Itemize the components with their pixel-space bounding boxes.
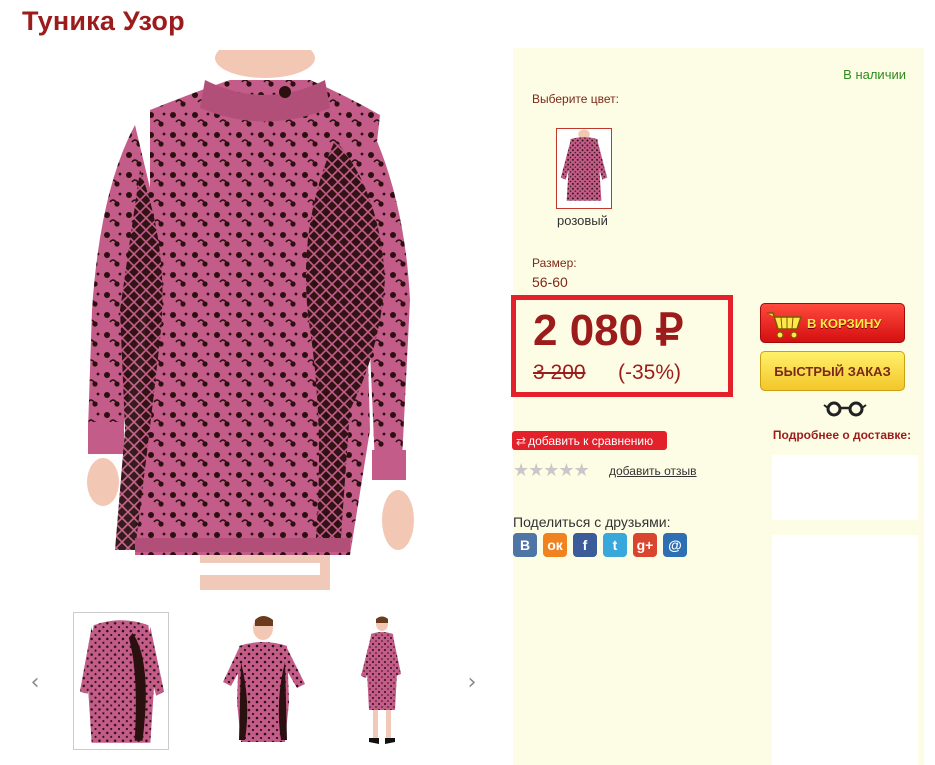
availability-status: В наличии <box>843 67 906 82</box>
old-price: 3 200 <box>533 361 586 384</box>
current-price: 2 080 ₽ <box>533 306 684 355</box>
vkontakte-share-icon[interactable]: В <box>513 533 537 557</box>
quick-order-button[interactable]: БЫСТРЫЙ ЗАКАЗ <box>760 351 905 391</box>
discount-percent: (-35%) <box>618 361 682 384</box>
gallery-thumbnail-3[interactable] <box>335 612 431 750</box>
cart-icon <box>767 312 803 339</box>
add-to-compare-label: добавить к сравнению <box>528 433 654 448</box>
delivery-info-link[interactable]: Подробнее о доставке: <box>762 427 922 444</box>
gallery-next-arrow[interactable]: › <box>462 672 482 694</box>
color-swatch-pink[interactable] <box>556 128 612 209</box>
delivery-content-block-2 <box>772 535 918 765</box>
size-value[interactable]: 56-60 <box>532 274 568 290</box>
gallery-prev-arrow[interactable]: ‹ <box>25 672 45 694</box>
color-label: Выберите цвет: <box>532 92 620 106</box>
rating-stars[interactable]: ★★★★★ <box>513 460 590 481</box>
star-icon[interactable]: ★ <box>528 460 544 481</box>
mail-ru-share-icon[interactable]: @ <box>663 533 687 557</box>
size-label: Размер: <box>532 256 577 270</box>
add-to-compare-button[interactable]: ⇄ добавить к сравнению <box>512 431 667 450</box>
gallery-thumbnail-2[interactable] <box>215 612 311 750</box>
product-page: Туника Узор ‹ › В наличии Выберите цвет:… <box>0 0 935 765</box>
star-icon[interactable]: ★ <box>543 460 559 481</box>
star-icon[interactable]: ★ <box>513 460 529 481</box>
quick-order-label: БЫСТРЫЙ ЗАКАЗ <box>774 363 891 379</box>
glasses-icon <box>823 401 867 417</box>
star-icon[interactable]: ★ <box>558 460 574 481</box>
twitter-share-icon[interactable]: t <box>603 533 627 557</box>
google-plus-share-icon[interactable]: g+ <box>633 533 657 557</box>
gallery-thumbnail-1[interactable] <box>73 612 169 750</box>
main-product-image[interactable] <box>80 50 442 590</box>
delivery-card: Подробнее о доставке: <box>762 397 922 765</box>
add-review-link[interactable]: добавить отзыв <box>609 464 697 478</box>
product-title: Туника Узор <box>22 6 185 36</box>
share-label: Поделиться с друзьями: <box>513 514 671 530</box>
color-name: розовый <box>557 213 608 228</box>
facebook-share-icon[interactable]: f <box>573 533 597 557</box>
delivery-content-block <box>772 455 918 520</box>
add-to-cart-button[interactable]: В КОРЗИНУ <box>760 303 905 343</box>
add-to-cart-label: В КОРЗИНУ <box>807 315 882 331</box>
compare-icon: ⇄ <box>516 433 527 448</box>
odnoklassniki-share-icon[interactable]: ок <box>543 533 567 557</box>
price-box: 2 080 ₽ 3 200 (-35%) <box>511 295 733 397</box>
star-icon[interactable]: ★ <box>574 460 590 481</box>
image-overlay-strip <box>178 563 320 575</box>
